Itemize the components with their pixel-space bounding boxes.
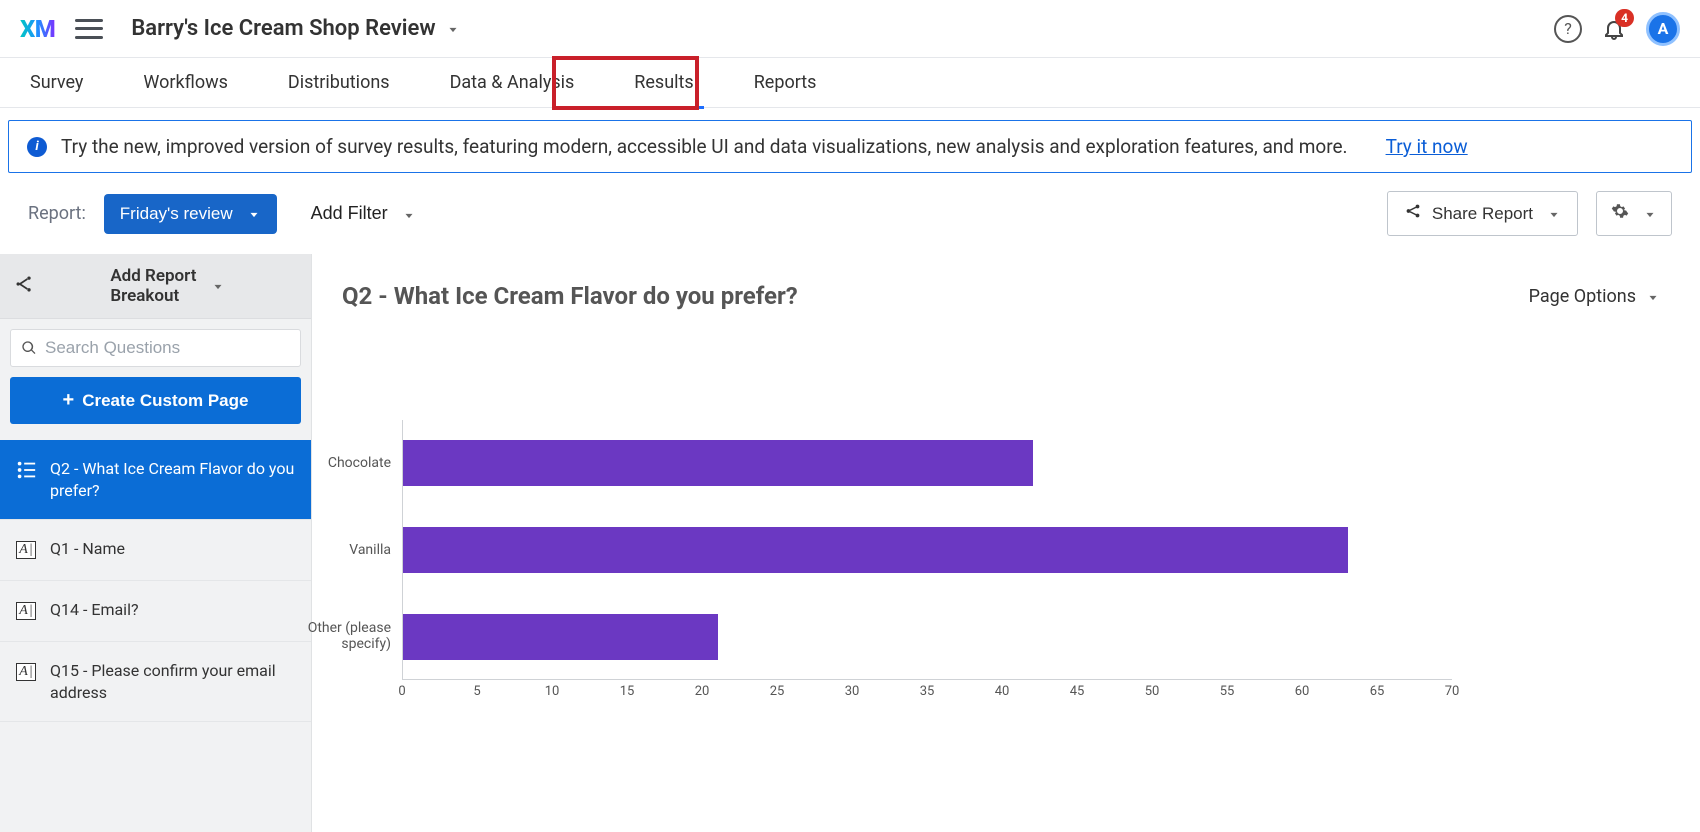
tab-data-analysis[interactable]: Data & Analysis <box>448 58 577 108</box>
search-input[interactable] <box>45 338 290 358</box>
chart-bar <box>403 614 718 660</box>
text-entry-icon: A <box>14 660 38 684</box>
question-list: Q2 - What Ice Cream Flavor do you prefer… <box>0 440 311 722</box>
content-area: Q2 - What Ice Cream Flavor do you prefer… <box>312 254 1700 832</box>
sidebar-item-q2[interactable]: Q2 - What Ice Cream Flavor do you prefer… <box>0 440 311 520</box>
search-questions[interactable] <box>10 329 301 367</box>
chevron-down-icon <box>1643 207 1657 221</box>
menu-icon[interactable] <box>75 19 103 39</box>
sidebar-item-q14[interactable]: A Q14 - Email? <box>0 581 311 642</box>
chart-x-tick: 30 <box>845 684 860 699</box>
gear-icon <box>1611 202 1629 225</box>
chart-x-tick: 40 <box>995 684 1010 699</box>
banner-text: Try the new, improved version of survey … <box>61 135 1348 158</box>
chart-x-tick: 25 <box>770 684 785 699</box>
settings-button[interactable] <box>1596 191 1672 236</box>
chart-bar <box>403 527 1348 573</box>
multiple-choice-icon <box>14 458 38 482</box>
chart-plot: ChocolateVanillaOther (please specify) <box>402 420 1452 680</box>
chart-x-tick: 0 <box>398 684 405 699</box>
tab-reports[interactable]: Reports <box>752 58 819 108</box>
chart-x-tick: 35 <box>920 684 935 699</box>
sidebar-item-label: Q14 - Email? <box>50 599 139 621</box>
question-title: Q2 - What Ice Cream Flavor do you prefer… <box>342 282 798 310</box>
chart-x-tick: 45 <box>1070 684 1085 699</box>
chart-category-label: Vanilla <box>283 542 403 558</box>
chart-x-tick: 20 <box>695 684 710 699</box>
text-entry-icon: A <box>14 538 38 562</box>
logo[interactable]: XM <box>20 15 55 43</box>
chevron-down-icon <box>402 207 416 221</box>
chevron-down-icon <box>1646 289 1660 303</box>
results-toolbar: Report: Friday's review Add Filter Share… <box>0 173 1700 254</box>
sidebar-item-q1[interactable]: A Q1 - Name <box>0 520 311 581</box>
breakout-label: Add Report Breakout <box>110 266 196 306</box>
chart-category-label: Chocolate <box>283 455 403 471</box>
tab-distributions[interactable]: Distributions <box>286 58 392 108</box>
chevron-down-icon <box>247 207 261 221</box>
add-filter-button[interactable]: Add Filter <box>295 193 432 234</box>
text-entry-icon: A <box>14 599 38 623</box>
plus-icon: + <box>63 389 75 412</box>
info-icon: i <box>27 137 47 157</box>
notifications-badge: 4 <box>1615 9 1634 27</box>
chart-x-tick: 70 <box>1445 684 1460 699</box>
chart-x-tick: 10 <box>545 684 560 699</box>
chart-category-label: Other (please specify) <box>283 621 403 652</box>
chart-x-axis: 0510152025303540455055606570 <box>402 680 1452 704</box>
banner-link[interactable]: Try it now <box>1386 135 1468 158</box>
main-area: Add Report Breakout + Create Custom Page… <box>0 254 1700 832</box>
chart: ChocolateVanillaOther (please specify) 0… <box>402 420 1542 704</box>
notifications-icon[interactable]: 4 <box>1600 15 1628 43</box>
sidebar-item-label: Q1 - Name <box>50 538 125 560</box>
chart-x-tick: 5 <box>473 684 480 699</box>
chevron-down-icon[interactable] <box>446 22 460 36</box>
tab-results[interactable]: Results <box>632 58 695 108</box>
report-select[interactable]: Friday's review <box>104 194 277 234</box>
create-custom-page-button[interactable]: + Create Custom Page <box>10 377 301 424</box>
sidebar: Add Report Breakout + Create Custom Page… <box>0 254 312 832</box>
report-value: Friday's review <box>120 204 233 224</box>
sidebar-item-label: Q2 - What Ice Cream Flavor do you prefer… <box>50 458 297 501</box>
page-options[interactable]: Page Options <box>1529 286 1660 307</box>
sidebar-item-label: Q15 - Please confirm your email address <box>50 660 297 703</box>
chart-x-tick: 50 <box>1145 684 1160 699</box>
chevron-down-icon <box>1547 207 1561 221</box>
chart-bar <box>403 440 1033 486</box>
create-page-label: Create Custom Page <box>82 391 248 411</box>
tab-workflows[interactable]: Workflows <box>141 58 230 108</box>
share-report-label: Share Report <box>1432 204 1533 224</box>
avatar[interactable]: A <box>1646 12 1680 46</box>
info-banner: i Try the new, improved version of surve… <box>8 120 1692 173</box>
search-icon <box>21 340 37 356</box>
help-icon[interactable]: ? <box>1554 15 1582 43</box>
breakout-icon <box>14 274 100 299</box>
share-report-button[interactable]: Share Report <box>1387 191 1578 236</box>
share-icon <box>1404 202 1422 225</box>
chart-x-tick: 60 <box>1295 684 1310 699</box>
project-title[interactable]: Barry's Ice Cream Shop Review <box>131 16 435 41</box>
top-header: XM Barry's Ice Cream Shop Review ? 4 A <box>0 0 1700 58</box>
add-filter-label: Add Filter <box>311 203 388 224</box>
sidebar-item-q15[interactable]: A Q15 - Please confirm your email addres… <box>0 642 311 722</box>
page-options-label: Page Options <box>1529 286 1636 307</box>
add-report-breakout[interactable]: Add Report Breakout <box>0 254 311 319</box>
report-label: Report: <box>28 203 86 224</box>
chart-x-tick: 55 <box>1220 684 1235 699</box>
content-header: Q2 - What Ice Cream Flavor do you prefer… <box>342 282 1660 310</box>
chart-x-tick: 65 <box>1370 684 1385 699</box>
main-tabs: Survey Workflows Distributions Data & An… <box>0 58 1700 108</box>
tab-survey[interactable]: Survey <box>28 58 85 108</box>
chart-x-tick: 15 <box>620 684 635 699</box>
chevron-down-icon <box>211 279 297 293</box>
